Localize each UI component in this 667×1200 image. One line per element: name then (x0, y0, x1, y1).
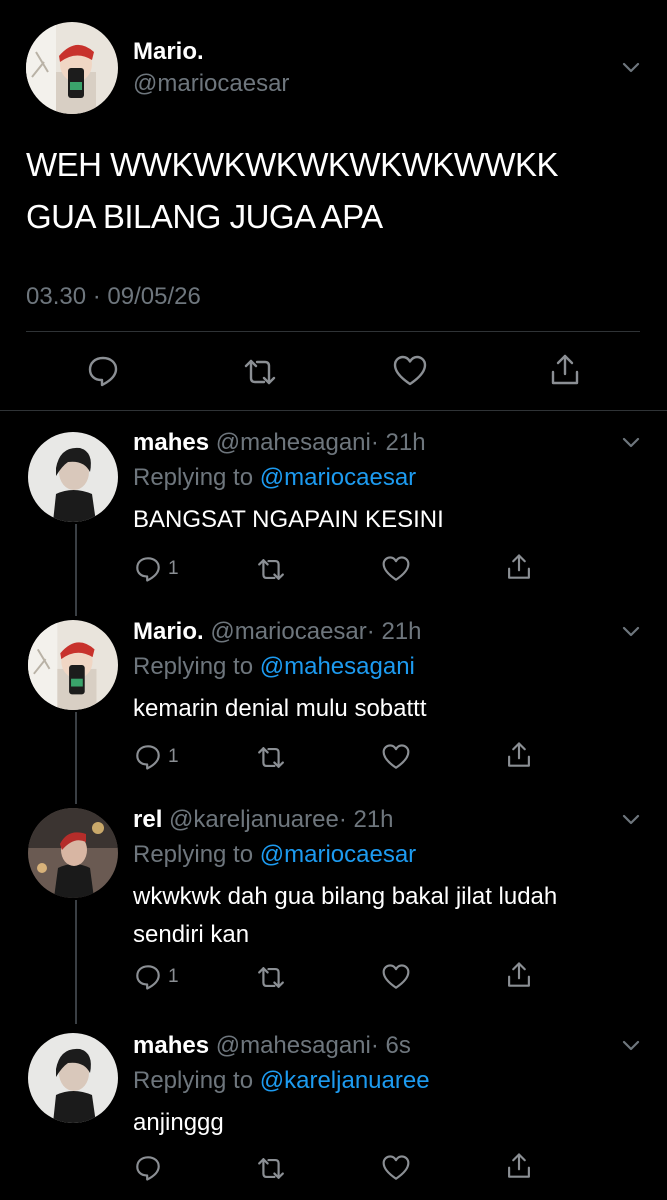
main-divider-1 (26, 331, 640, 332)
reply-handle[interactable]: @mahesagani (216, 429, 371, 456)
replying-to-link[interactable]: @mariocaesar (260, 464, 416, 491)
reply-icon[interactable] (134, 743, 162, 771)
reply-count: 1 (168, 558, 179, 579)
reply-handle[interactable]: @mahesagani (216, 1032, 371, 1059)
main-display-name[interactable]: Mario. (133, 38, 204, 66)
chevron-down-icon[interactable] (620, 1034, 642, 1056)
reply-text-line2: sendiri kan (133, 921, 250, 948)
chevron-down-icon[interactable] (620, 431, 642, 453)
like-icon[interactable] (381, 1154, 411, 1182)
like-icon[interactable] (381, 963, 411, 991)
main-timestamp: 03.30 · 09/05/26 (26, 283, 201, 310)
reply-display-name[interactable]: Mario. (133, 618, 204, 645)
share-icon[interactable] (505, 740, 533, 770)
reply-count: 1 (168, 966, 179, 987)
chevron-down-icon[interactable] (620, 56, 642, 78)
main-handle[interactable]: @mariocaesar (133, 70, 289, 98)
reply-icon[interactable] (134, 963, 162, 991)
reply-icon[interactable] (134, 555, 162, 583)
reply-display-name[interactable]: rel (133, 806, 162, 833)
reply-icon[interactable] (86, 354, 120, 388)
like-icon[interactable] (381, 743, 411, 771)
reply-count: 1 (168, 746, 179, 767)
replying-to-link[interactable]: @mahesagani (260, 653, 415, 680)
chevron-down-icon[interactable] (620, 808, 642, 830)
share-icon[interactable] (505, 1151, 533, 1181)
reply-time: · 21h (338, 806, 394, 833)
reply-handle[interactable]: @mariocaesar (210, 618, 366, 645)
replying-to-label: Replying to (133, 1067, 254, 1094)
reply-time: · 21h (366, 618, 422, 645)
like-icon[interactable] (392, 354, 428, 388)
reply-display-name[interactable]: mahes (133, 429, 209, 456)
thread-line (75, 524, 77, 616)
main-tweet-text-line2: GUA BILANG JUGA APA (26, 198, 383, 235)
retweet-icon[interactable] (254, 1155, 288, 1182)
reply-avatar[interactable] (28, 1033, 118, 1123)
reply-icon[interactable] (134, 1154, 162, 1182)
retweet-icon[interactable] (240, 356, 280, 388)
share-icon[interactable] (548, 352, 582, 388)
retweet-icon[interactable] (254, 964, 288, 991)
main-tweet-text-line1: WEH WWKWKWKWKWKWKWWKK (26, 146, 559, 183)
reply-time: · 21h (370, 429, 426, 456)
replying-to-label: Replying to (133, 464, 254, 491)
reply-avatar[interactable] (28, 620, 118, 710)
replying-to-label: Replying to (133, 841, 254, 868)
reply-avatar[interactable] (28, 432, 118, 522)
main-divider-2 (0, 410, 667, 411)
replying-to-link[interactable]: @mariocaesar (260, 841, 416, 868)
like-icon[interactable] (381, 555, 411, 583)
main-avatar[interactable] (26, 22, 118, 114)
reply-time: · 6s (370, 1032, 411, 1059)
share-icon[interactable] (505, 960, 533, 990)
replying-to-link[interactable]: @kareljanuaree (260, 1067, 430, 1094)
reply-text-line1: BANGSAT NGAPAIN KESINI (133, 506, 444, 533)
reply-text-line1: wkwkwk dah gua bilang bakal jilat ludah (133, 883, 558, 910)
retweet-icon[interactable] (254, 744, 288, 771)
replying-to-label: Replying to (133, 653, 254, 680)
retweet-icon[interactable] (254, 556, 288, 583)
reply-text-line1: kemarin denial mulu sobattt (133, 695, 427, 722)
share-icon[interactable] (505, 552, 533, 582)
reply-display-name[interactable]: mahes (133, 1032, 209, 1059)
thread-line (75, 712, 77, 804)
chevron-down-icon[interactable] (620, 620, 642, 642)
reply-text-line1: anjinggg (133, 1109, 224, 1136)
thread-line (75, 900, 77, 1024)
reply-handle[interactable]: @kareljanuaree (169, 806, 339, 833)
reply-avatar[interactable] (28, 808, 118, 898)
